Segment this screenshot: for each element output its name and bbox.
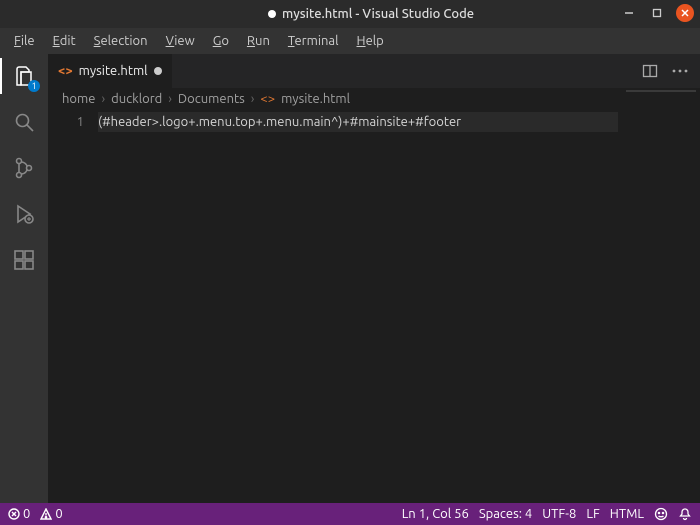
chevron-right-icon: › [168,92,172,106]
close-button[interactable] [676,4,694,22]
status-bar: 0 0 Ln 1, Col 56 Spaces: 4 UTF-8 LF HTML [0,503,700,525]
status-notifications-icon[interactable] [678,507,692,521]
maximize-button[interactable] [648,4,666,22]
status-cursor[interactable]: Ln 1, Col 56 [402,507,469,521]
status-encoding[interactable]: UTF-8 [542,507,576,521]
titlebar: mysite.html - Visual Studio Code [0,0,700,28]
workbench: 1 <> mysite.html [0,54,700,503]
activity-bar: 1 [0,54,48,503]
menu-view[interactable]: View [158,32,203,50]
crumb-file[interactable]: mysite.html [281,92,350,106]
editor-group: <> mysite.html home › ducklord › Documen… [48,54,700,503]
html-file-icon: <> [58,64,73,78]
status-feedback-icon[interactable] [654,507,668,521]
status-errors[interactable]: 0 [8,507,30,521]
chevron-right-icon: › [251,92,255,106]
minimize-button[interactable] [620,4,638,22]
minimap[interactable] [626,90,696,92]
menu-go[interactable]: Go [205,32,237,50]
tab-label: mysite.html [79,64,148,78]
code-line[interactable]: (#header>.logo+.menu.top+.menu.main^)+#m… [98,112,618,132]
extensions-icon[interactable] [10,246,38,274]
tabs-bar: <> mysite.html [48,54,700,88]
breadcrumbs[interactable]: home › ducklord › Documents › <> mysite.… [48,88,700,110]
crumb-ducklord[interactable]: ducklord [111,92,162,106]
menubar: File Edit Selection View Go Run Terminal… [0,28,700,54]
explorer-badge: 1 [28,80,40,92]
menu-terminal[interactable]: Terminal [280,32,347,50]
more-actions-icon[interactable] [672,69,688,73]
menu-selection[interactable]: Selection [86,32,156,50]
line-number: 1 [48,112,84,132]
menu-help[interactable]: Help [349,32,392,50]
status-spaces[interactable]: Spaces: 4 [479,507,532,521]
window-title: mysite.html - Visual Studio Code [282,7,474,21]
line-gutter: 1 [48,110,98,503]
vscode-window: mysite.html - Visual Studio Code File Ed… [0,0,700,525]
crumb-home[interactable]: home [62,92,95,106]
explorer-icon[interactable]: 1 [10,62,38,90]
unsaved-dot-icon [268,10,276,18]
source-control-icon[interactable] [10,154,38,182]
tab-mysite[interactable]: <> mysite.html [48,54,173,88]
text-editor[interactable]: 1 (#header>.logo+.menu.top+.menu.main^)+… [48,110,700,503]
window-controls [620,4,694,22]
html-file-icon: <> [260,92,275,106]
search-icon[interactable] [10,108,38,136]
status-language[interactable]: HTML [610,507,644,521]
status-eol[interactable]: LF [586,507,599,521]
crumb-documents[interactable]: Documents [178,92,245,106]
chevron-right-icon: › [101,92,105,106]
menu-run[interactable]: Run [239,32,278,50]
status-warnings[interactable]: 0 [40,507,62,521]
modified-dot-icon [154,67,162,75]
menu-edit[interactable]: Edit [45,32,84,50]
tab-actions [642,54,700,88]
code-area[interactable]: (#header>.logo+.menu.top+.menu.main^)+#m… [98,110,700,503]
split-editor-icon[interactable] [642,63,658,79]
menu-file[interactable]: File [6,32,43,50]
run-debug-icon[interactable] [10,200,38,228]
